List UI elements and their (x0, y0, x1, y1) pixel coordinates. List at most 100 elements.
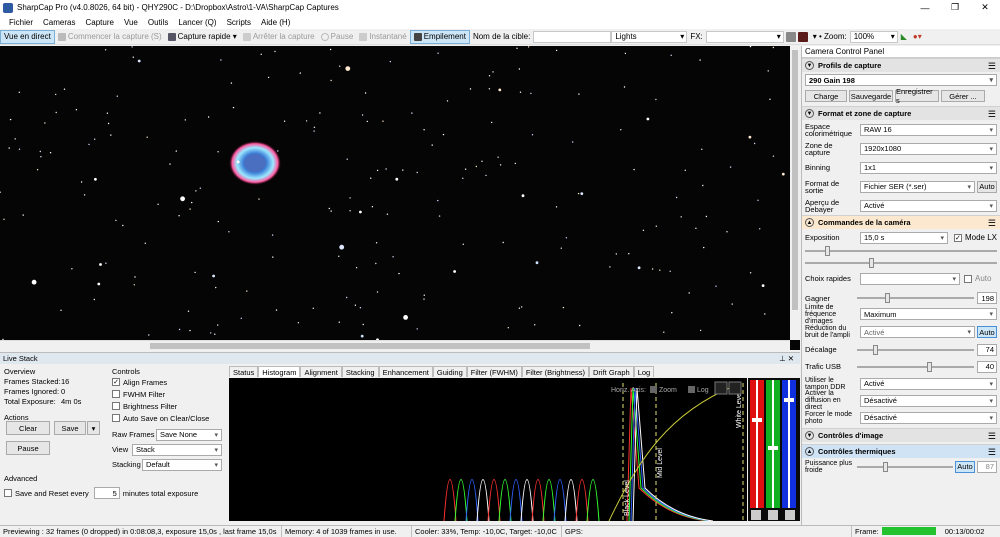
blue-level-handle[interactable] (784, 398, 794, 402)
menu-icon[interactable]: ☰ (988, 61, 996, 72)
target-name-input[interactable] (533, 30, 612, 43)
camera-controls-section-header[interactable]: ▲ Commandes de la caméra ☰ (802, 215, 1000, 229)
tab-guiding[interactable]: Guiding (432, 366, 467, 377)
load-profile-button[interactable]: Charge (805, 90, 847, 102)
menu-icon[interactable]: ☰ (988, 447, 996, 458)
maximize-icon[interactable]: ❐ (940, 0, 970, 15)
rgb-level-sliders[interactable] (748, 378, 800, 521)
usb-traffic-value[interactable]: 40 (977, 360, 997, 373)
manage-profiles-button[interactable]: Gérer ... (941, 90, 985, 102)
tab-enhancement[interactable]: Enhancement (378, 366, 433, 377)
stop-capture-button[interactable]: Arrêter la capture (240, 30, 318, 44)
zoom-select[interactable]: 100% ▾ (849, 30, 898, 43)
menu-lancer[interactable]: Lancer (Q) (173, 18, 221, 27)
menu-icon[interactable]: ☰ (988, 431, 996, 442)
minimize-icon[interactable]: — (910, 0, 940, 15)
live-view-button[interactable]: Vue en direct (0, 29, 55, 44)
profile-select[interactable]: 290 Gain 198 (805, 74, 997, 86)
auto-stretch-icon[interactable] (768, 510, 778, 520)
photo-mode-select[interactable]: Désactivé (860, 411, 997, 424)
menu-vue[interactable]: Vue (119, 18, 143, 27)
tab-filter-fwhm[interactable]: Filter (FWHM) (466, 366, 522, 377)
usb-traffic-slider[interactable] (857, 361, 974, 372)
refresh-icon[interactable] (785, 510, 795, 520)
format-section-header[interactable]: ▼ Format et zone de capture ☰ (802, 106, 1000, 120)
tab-drift-graph[interactable]: Drift Graph (589, 366, 634, 377)
save-dropdown-icon[interactable]: ▾ (87, 421, 100, 435)
output-format-select[interactable]: Fichier SER (*.ser) (860, 180, 975, 193)
stacking-button[interactable]: Empilement (409, 29, 470, 44)
magnifier-icon[interactable]: ●▾ (910, 30, 925, 44)
menu-capture[interactable]: Capture (80, 18, 118, 27)
tab-histogram[interactable]: Histogram (258, 366, 301, 377)
image-horizontal-scrollbar[interactable] (0, 340, 790, 350)
output-auto-button[interactable]: Auto (977, 180, 997, 193)
image-controls-section-header[interactable]: ▼ Contrôles d'image ☰ (802, 428, 1000, 442)
save-profile-button[interactable]: Sauvegarde (849, 90, 893, 102)
image-vertical-scrollbar[interactable] (790, 46, 800, 340)
binning-select[interactable]: 1x1 (860, 161, 997, 174)
color-space-select[interactable]: RAW 16 (860, 123, 997, 136)
offset-slider[interactable] (857, 344, 974, 355)
save-as-profile-button[interactable]: Enregistrer s (895, 87, 939, 105)
menu-icon[interactable]: ☰ (988, 218, 996, 229)
green-level-handle[interactable] (768, 446, 778, 450)
clear-button[interactable]: Clear (6, 421, 50, 435)
quick-capture-button[interactable]: Capture rapide ▾ (165, 30, 240, 44)
thermal-section-header[interactable]: ▲ Contrôles thermiques ☰ (802, 444, 1000, 458)
menu-cameras[interactable]: Cameras (38, 18, 80, 27)
align-frames-checkbox[interactable]: ✓ (112, 378, 120, 386)
reset-minutes-input[interactable]: 5 (93, 487, 120, 499)
graph-icon[interactable]: ◣ (898, 30, 910, 44)
amp-nr-select[interactable]: Activé (860, 326, 975, 338)
amp-nr-auto-button[interactable]: Auto (977, 326, 997, 338)
tab-status[interactable]: Status (229, 366, 259, 377)
save-button[interactable]: Save (54, 421, 86, 435)
hscroll-thumb[interactable] (150, 343, 590, 349)
exposure-fine-slider[interactable] (805, 246, 997, 256)
fx-select[interactable]: ▾ (705, 30, 784, 43)
debayer-select[interactable]: Activé (860, 199, 997, 212)
tab-filter-brightness[interactable]: Filter (Brightness) (521, 366, 590, 377)
panel-pin-icon[interactable]: ⊥ ✕ (779, 354, 794, 363)
red-filter-icon[interactable] (797, 31, 808, 42)
gain-value[interactable]: 198 (977, 292, 997, 304)
capture-area-select[interactable]: 1920x1080 (860, 142, 997, 155)
histogram-stretch-icon[interactable] (785, 31, 796, 42)
quick-pick-select[interactable] (860, 272, 960, 285)
pause-button[interactable]: Pause (318, 30, 357, 44)
cooler-auto-button[interactable]: Auto (955, 460, 975, 473)
profiles-section-header[interactable]: ▼ Profils de capture ☰ (802, 58, 1000, 72)
red-level-handle[interactable] (752, 418, 762, 422)
frame-type-select[interactable]: Lights ▾ (611, 30, 688, 43)
log-checkbox[interactable] (688, 386, 695, 393)
menu-fichier[interactable]: Fichier (4, 18, 38, 27)
live-image-view[interactable] (0, 46, 800, 350)
fps-limit-select[interactable]: Maximum (860, 308, 997, 320)
snapshot-button[interactable]: Instantané (356, 30, 409, 44)
live-stream-select[interactable]: Désactivé (860, 394, 997, 407)
raw-frames-select[interactable]: Save None (156, 428, 222, 441)
menu-scripts[interactable]: Scripts (222, 18, 256, 27)
vscroll-thumb[interactable] (792, 50, 798, 310)
exposure-coarse-slider[interactable] (805, 258, 997, 268)
close-icon[interactable]: ✕ (970, 0, 1000, 15)
histogram-view[interactable]: Black Level Mid Level White Level Horiz.… (229, 378, 747, 522)
gain-slider[interactable] (857, 293, 974, 303)
start-capture-button[interactable]: Commencer la capture (S) (55, 30, 165, 44)
menu-outils[interactable]: Outils (143, 18, 173, 27)
tab-alignment[interactable]: Alignment (300, 366, 342, 377)
exposure-input[interactable]: 15,0 s (859, 231, 948, 244)
sync-icon[interactable] (751, 510, 761, 520)
cooler-power-slider[interactable] (857, 461, 953, 472)
view-select[interactable]: Stack (132, 443, 222, 456)
pause-stack-button[interactable]: Pause (6, 441, 50, 455)
exposure-auto-checkbox[interactable] (964, 274, 972, 283)
tab-log[interactable]: Log (633, 366, 655, 377)
autosave-checkbox[interactable] (112, 414, 120, 422)
fwhm-filter-checkbox[interactable] (112, 390, 120, 398)
zoom-checkbox[interactable] (650, 386, 657, 393)
brightness-filter-checkbox[interactable] (112, 402, 120, 410)
ddr-select[interactable]: Activé (860, 377, 997, 390)
save-reset-checkbox[interactable] (4, 489, 12, 497)
